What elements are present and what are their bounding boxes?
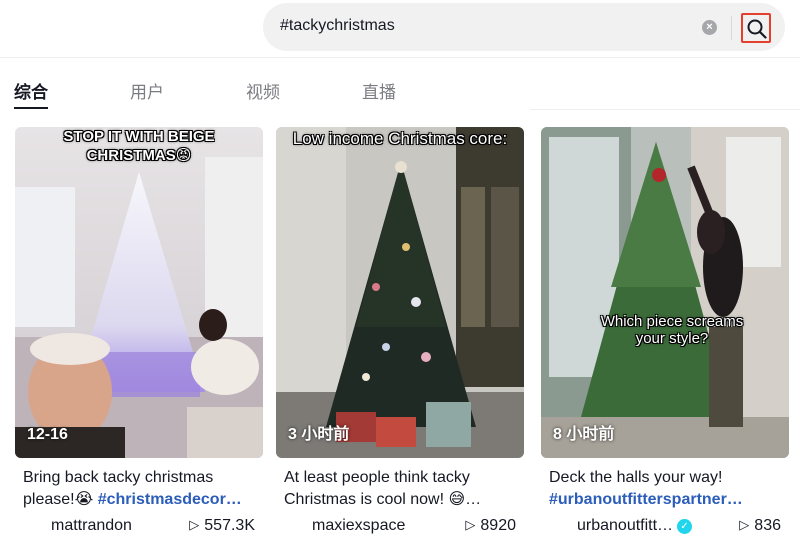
author-name[interactable]: mattrandon [51, 517, 132, 535]
video-card[interactable]: STOP IT WITH BEIGE CHRISTMAS😡 12-16 Brin… [15, 127, 263, 537]
video-description[interactable]: Bring back tacky christmas please!😭 #chr… [23, 467, 259, 511]
post-time: 8 小时前 [553, 426, 615, 443]
video-meta: maxiexspace ▷ 8920 [276, 516, 524, 538]
overlay-caption: STOP IT WITH BEIGE CHRISTMAS😡 [63, 128, 215, 164]
video-card[interactable]: Which piece screams your style? 8 小时前 De… [541, 127, 789, 537]
hashtag-link[interactable]: #urbanoutfitterspartner… [549, 491, 743, 508]
tab-users[interactable]: 用户 [130, 78, 164, 103]
video-thumbnail[interactable]: STOP IT WITH BEIGE CHRISTMAS😡 12-16 [15, 127, 263, 458]
video-card[interactable]: Low income Christmas core: 3 小时前 At leas… [276, 127, 524, 537]
search-button[interactable] [741, 13, 771, 43]
thumbnail-image [541, 127, 789, 458]
play-icon: ▷ [189, 517, 200, 532]
view-count: ▷ 836 [739, 517, 781, 534]
tab-live[interactable]: 直播 [362, 78, 396, 103]
thumbnail-image [276, 127, 524, 458]
tab-videos[interactable]: 视频 [246, 78, 280, 103]
post-time: 3 小时前 [288, 426, 350, 443]
view-count: ▷ 8920 [465, 517, 516, 534]
play-icon: ▷ [739, 517, 750, 532]
overlay-caption: Which piece screams your style? [600, 313, 744, 347]
video-thumbnail[interactable]: Low income Christmas core: 3 小时前 [276, 127, 524, 458]
view-count: ▷ 557.3K [189, 517, 255, 534]
magnifier-icon [747, 19, 767, 39]
active-tab-indicator [14, 107, 48, 109]
verified-badge-icon: ✓ [677, 519, 693, 534]
author-name[interactable]: maxiexspace [312, 517, 405, 535]
video-thumbnail[interactable]: Which piece screams your style? 8 小时前 [541, 127, 789, 458]
search-input[interactable]: #tackychristmas [280, 17, 395, 35]
author-name[interactable]: urbanoutfitt… ✓ [577, 517, 693, 535]
tabs-divider [530, 109, 800, 110]
thumbnail-image [15, 127, 263, 458]
overlay-caption: Low income Christmas core: [292, 129, 508, 148]
video-meta: urbanoutfitt… ✓ ▷ 836 [541, 516, 789, 538]
search-divider [731, 16, 732, 40]
hashtag-link[interactable]: #christmasdecor… [98, 491, 242, 508]
header-divider [0, 57, 800, 58]
tab-comprehensive[interactable]: 综合 [14, 78, 48, 103]
search-tabs: 综合 用户 视频 直播 [0, 76, 800, 110]
search-bar: #tackychristmas × [263, 3, 785, 51]
post-time: 12-16 [27, 426, 68, 443]
video-description[interactable]: At least people think tacky Christmas is… [284, 467, 520, 511]
video-meta: mattrandon ▷ 557.3K [15, 516, 263, 538]
video-description[interactable]: Deck the halls your way! #urbanoutfitter… [549, 467, 785, 511]
play-icon: ▷ [465, 517, 476, 532]
clear-icon[interactable]: × [702, 20, 717, 35]
